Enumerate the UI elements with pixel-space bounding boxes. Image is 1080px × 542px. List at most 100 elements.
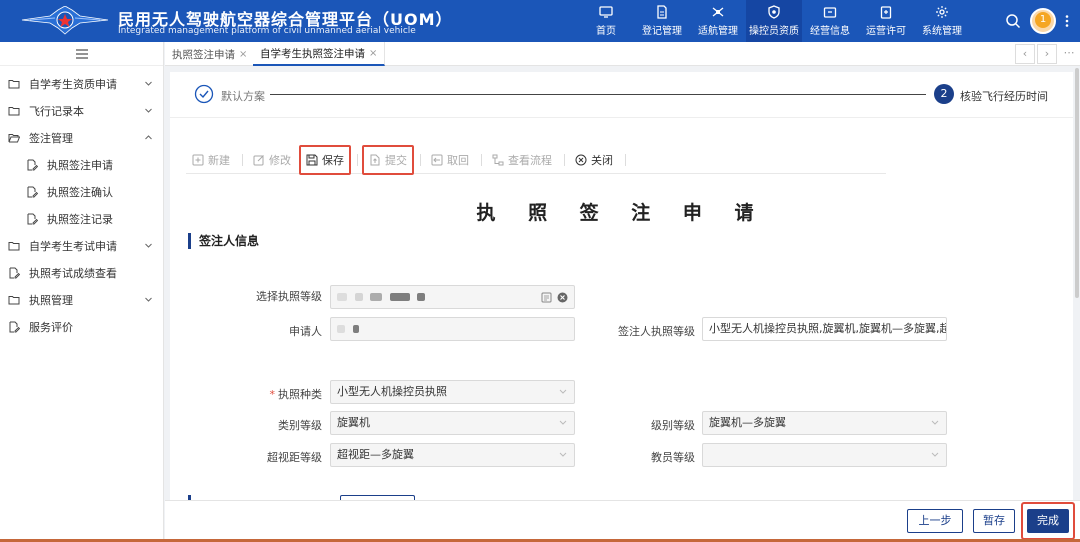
step-progress: 默认方案 2 核验飞行经历时间	[170, 72, 1073, 118]
tab-license-endorsement[interactable]: 执照签注申请 ×	[165, 42, 256, 66]
category-select[interactable]: 旋翼机	[330, 411, 575, 435]
tab-bar: 执照签注申请 × 自学考生执照签注申请 × ‹ › ⋯	[165, 42, 1080, 66]
new-button-label: 新建	[208, 153, 230, 167]
tab-scroll-left-icon[interactable]: ‹	[1015, 44, 1035, 64]
sidebar-item-self-study-exam-apply[interactable]: 自学考生考试申请	[0, 232, 163, 259]
nav-home[interactable]: 首页	[578, 0, 634, 42]
nav-business-info[interactable]: 经营信息	[802, 0, 858, 42]
sidebar-menu: 自学考生资质申请 飞行记录本 签注管理 执照签注申请 执照签注确认 执照签注记录	[0, 66, 163, 340]
redacted-text	[352, 325, 359, 333]
close-icon[interactable]: ×	[239, 49, 247, 60]
sidebar-item-license-endorsement-apply[interactable]: 执照签注申请	[0, 151, 163, 178]
redacted-text	[389, 293, 410, 301]
main-content: 默认方案 2 核验飞行经历时间 新建 修改 保存 提交 取回 查看流程 关闭 执…	[170, 72, 1073, 542]
sidebar-item-flight-logbook[interactable]: 飞行记录本	[0, 97, 163, 124]
nav-system-management-label: 系统管理	[922, 26, 962, 37]
endorser-level-field[interactable]: 小型无人机操控员执照,旋翼机,旋翼机—多旋翼,超视	[702, 317, 947, 341]
folder-icon	[8, 79, 20, 88]
previous-step-button[interactable]: 上一步	[907, 509, 963, 533]
class-label: 级别等级	[651, 419, 695, 432]
sidebar-item-license-management[interactable]: 执照管理	[0, 286, 163, 313]
tab-more-icon[interactable]: ⋯	[1059, 44, 1079, 64]
platform-subtitle: Integrated management platform of civil …	[118, 26, 416, 36]
bvlos-value: 超视距—多旋翼	[337, 448, 414, 461]
license-level-picker[interactable]	[330, 285, 575, 309]
edit-button-label: 修改	[269, 153, 291, 167]
redacted-text	[337, 293, 347, 301]
class-select[interactable]: 旋翼机—多旋翼	[702, 411, 947, 435]
chevron-down-icon	[931, 452, 939, 457]
finish-button[interactable]: 完成	[1027, 509, 1069, 533]
top-nav: 首页 登记管理 适航管理 操控员资质 经营信息 运营许可 系统管理	[578, 0, 970, 42]
close-icon[interactable]: ×	[369, 48, 377, 59]
document-edit-icon	[27, 213, 38, 224]
drone-icon	[712, 7, 724, 17]
save-icon	[306, 154, 318, 165]
license-type-select[interactable]: 小型无人机操控员执照	[330, 380, 575, 404]
sidebar-item-license-endorsement-confirm[interactable]: 执照签注确认	[0, 178, 163, 205]
sidebar-item-label: 签注管理	[29, 131, 73, 145]
class-value: 旋翼机—多旋翼	[709, 416, 786, 429]
nav-operation-license[interactable]: 运营许可	[858, 0, 914, 42]
sidebar-item-exam-results[interactable]: 执照考试成绩查看	[0, 259, 163, 286]
toolbar-divider	[564, 153, 565, 166]
scrollbar[interactable]	[1075, 68, 1079, 298]
tab-scroll-right-icon[interactable]: ›	[1037, 44, 1057, 64]
sidebar-item-license-endorsement-records[interactable]: 执照签注记录	[0, 205, 163, 232]
clear-icon[interactable]	[557, 292, 568, 303]
toolbar-divider	[357, 153, 358, 166]
check-circle-icon	[194, 84, 214, 104]
close-button[interactable]: 关闭	[569, 149, 619, 171]
nav-system-management[interactable]: 系统管理	[914, 0, 970, 42]
sidebar-item-endorsement-management[interactable]: 签注管理	[0, 124, 163, 151]
hamburger-menu-icon[interactable]	[75, 48, 88, 59]
instructor-select[interactable]	[702, 443, 947, 467]
more-vertical-icon[interactable]	[1062, 14, 1072, 28]
document-edit-icon	[9, 267, 20, 278]
toolbar-divider	[420, 153, 421, 166]
sidebar-item-label: 执照签注记录	[47, 212, 113, 226]
sidebar: 自学考生资质申请 飞行记录本 签注管理 执照签注申请 执照签注确认 执照签注记录	[0, 42, 164, 542]
briefcase-icon	[823, 7, 837, 18]
search-icon[interactable]	[1005, 13, 1021, 29]
save-button[interactable]: 保存	[299, 144, 351, 175]
nav-business-info-label: 经营信息	[810, 26, 850, 37]
applicant-label: 申请人	[289, 325, 322, 338]
step-2-number: 2	[934, 84, 954, 104]
sidebar-item-self-study-qualification[interactable]: 自学考生资质申请	[0, 70, 163, 97]
required-asterisk: *	[269, 388, 276, 401]
form-title: 执 照 签 注 申 请	[476, 202, 767, 224]
submit-button-label: 提交	[385, 153, 407, 167]
chevron-down-icon	[145, 243, 152, 248]
view-flow-button[interactable]: 查看流程	[486, 149, 558, 171]
endorser-level-label: 签注人执照等级	[618, 325, 695, 338]
list-select-icon[interactable]	[541, 292, 552, 303]
chevron-up-icon	[145, 135, 152, 140]
redacted-text	[354, 293, 363, 301]
redacted-text	[370, 293, 382, 301]
bvlos-select[interactable]: 超视距—多旋翼	[330, 443, 575, 467]
withdraw-button[interactable]: 取回	[425, 149, 475, 171]
tab-self-study-license-endorsement[interactable]: 自学考生执照签注申请 ×	[253, 42, 386, 66]
sidebar-item-service-rating[interactable]: 服务评价	[0, 313, 163, 340]
tab-label: 执照签注申请	[172, 48, 235, 61]
new-button[interactable]: 新建	[186, 149, 236, 171]
nav-operator-qualification[interactable]: 操控员资质	[746, 0, 802, 42]
document-edit-icon	[27, 186, 38, 197]
sidebar-toggle[interactable]	[0, 42, 163, 66]
step-connector	[270, 94, 926, 95]
nav-airworthiness-label: 适航管理	[698, 26, 738, 37]
nav-home-label: 首页	[596, 26, 616, 37]
category-value: 旋翼机	[337, 416, 370, 429]
toolbar-divider	[625, 153, 626, 166]
nav-registration[interactable]: 登记管理	[634, 0, 690, 42]
nav-airworthiness[interactable]: 适航管理	[690, 0, 746, 42]
save-button-label: 保存	[322, 153, 344, 167]
save-draft-button[interactable]: 暂存	[973, 509, 1015, 533]
notification-badge[interactable]: 1	[1035, 12, 1051, 28]
edit-button[interactable]: 修改	[247, 149, 297, 171]
clipboard-icon	[880, 6, 892, 19]
chevron-down-icon	[145, 108, 152, 113]
toolbar-divider	[242, 153, 243, 166]
submit-button[interactable]: 提交	[362, 144, 414, 175]
